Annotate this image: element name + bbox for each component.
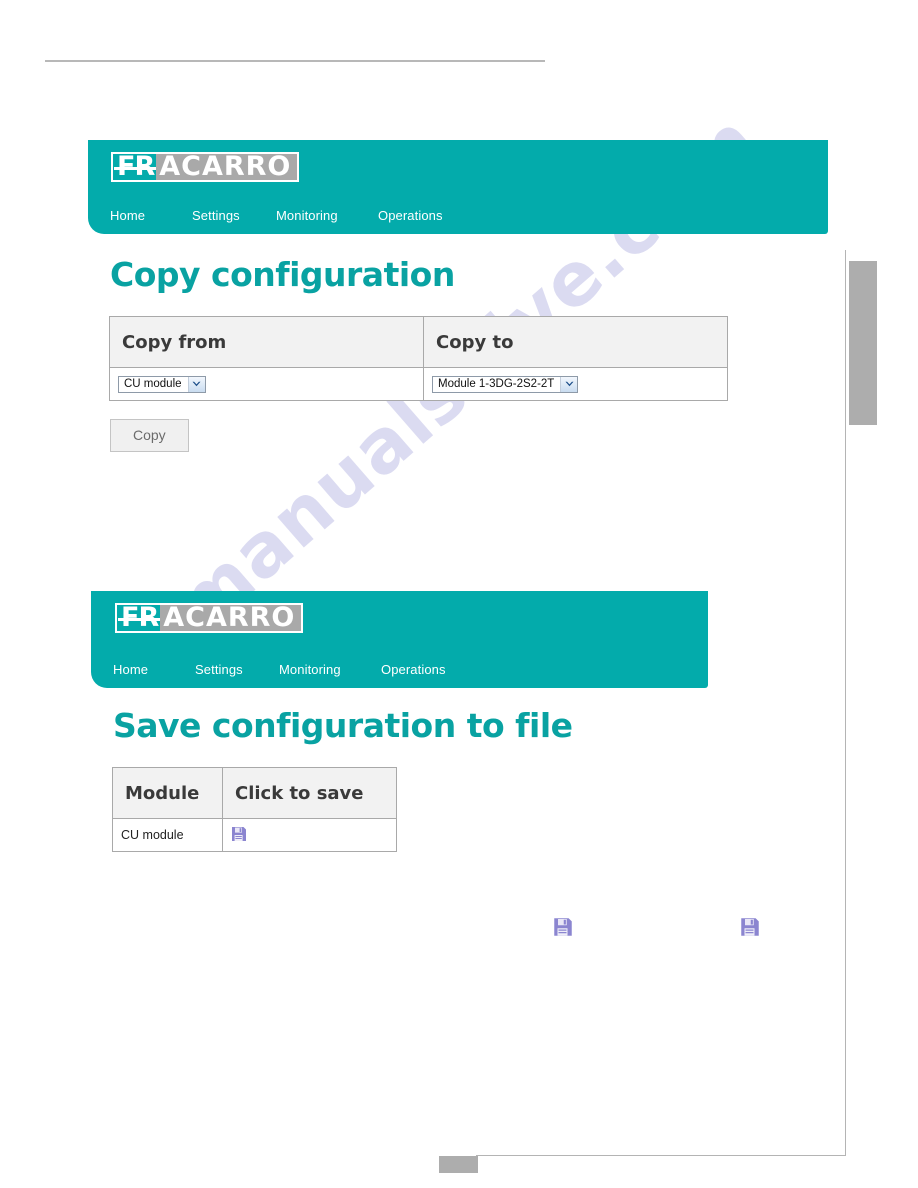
chevron-down-icon (187, 376, 205, 392)
scrollbar-thumb[interactable] (849, 261, 877, 425)
nav-item-monitoring[interactable]: Monitoring (279, 662, 381, 677)
fracarro-logo-2: FR ACARRO (115, 602, 304, 633)
table-row: CU module Module 1-3DG-2S2-2T (109, 367, 728, 401)
copy-button[interactable]: Copy (110, 419, 189, 452)
copy-configuration-panel: FR ACARRO Home Settings Monitoring Opera… (88, 140, 828, 452)
floppy-disk-icon[interactable] (553, 917, 573, 942)
column-header-click-to-save: Click to save (222, 767, 397, 819)
main-nav-2: Home Settings Monitoring Operations (113, 662, 446, 677)
copy-from-select[interactable]: CU module (118, 375, 206, 393)
app-header-bar-1: FR ACARRO Home Settings Monitoring Opera… (88, 140, 828, 234)
page-footer-block (439, 1156, 478, 1173)
nav-item-home[interactable]: Home (113, 662, 195, 677)
content-frame-right-edge (845, 250, 846, 1156)
column-header-module: Module (112, 767, 223, 819)
copy-to-select-value: Module 1-3DG-2S2-2T (438, 377, 555, 390)
table-row: CU module (112, 818, 397, 852)
copy-configuration-table: Copy from Copy to CU module Module 1-3DG… (109, 316, 728, 401)
floppy-disk-icon[interactable] (231, 826, 247, 845)
page-title-save-configuration: Save configuration to file (113, 706, 573, 745)
copy-from-select-value: CU module (124, 377, 182, 390)
nav-item-monitoring[interactable]: Monitoring (276, 208, 378, 223)
logo-suffix: ACARRO (163, 602, 296, 633)
nav-item-home[interactable]: Home (110, 208, 192, 223)
cell-save-action (222, 818, 397, 852)
app-header-bar-2: FR ACARRO Home Settings Monitoring Opera… (91, 591, 708, 688)
column-header-copy-from: Copy from (109, 316, 424, 368)
logo-prefix: FR (117, 604, 161, 631)
nav-item-operations[interactable]: Operations (378, 208, 443, 223)
logo-suffix: ACARRO (159, 151, 292, 182)
nav-item-settings[interactable]: Settings (195, 662, 279, 677)
floppy-disk-icon[interactable] (740, 917, 760, 942)
cell-module-name: CU module (112, 818, 223, 852)
logo-strike-icon (118, 618, 160, 621)
logo-prefix: FR (113, 153, 157, 180)
copy-to-select[interactable]: Module 1-3DG-2S2-2T (432, 375, 579, 393)
cell-copy-to: Module 1-3DG-2S2-2T (423, 367, 728, 401)
save-configuration-panel: FR ACARRO Home Settings Monitoring Opera… (91, 591, 708, 852)
chevron-down-icon (560, 376, 578, 392)
nav-item-operations[interactable]: Operations (381, 662, 446, 677)
table-header-row: Copy from Copy to (109, 316, 728, 368)
page-title-copy-configuration: Copy configuration (110, 255, 455, 294)
logo-strike-icon (114, 167, 156, 170)
page-top-rule (45, 60, 545, 62)
content-frame-bottom-edge (476, 1155, 845, 1156)
fracarro-logo-1: FR ACARRO (111, 151, 300, 182)
table-header-row: Module Click to save (112, 767, 397, 819)
main-nav-1: Home Settings Monitoring Operations (110, 208, 443, 223)
save-configuration-table: Module Click to save CU module (112, 767, 397, 852)
nav-item-settings[interactable]: Settings (192, 208, 276, 223)
column-header-copy-to: Copy to (423, 316, 728, 368)
cell-copy-from: CU module (109, 367, 424, 401)
